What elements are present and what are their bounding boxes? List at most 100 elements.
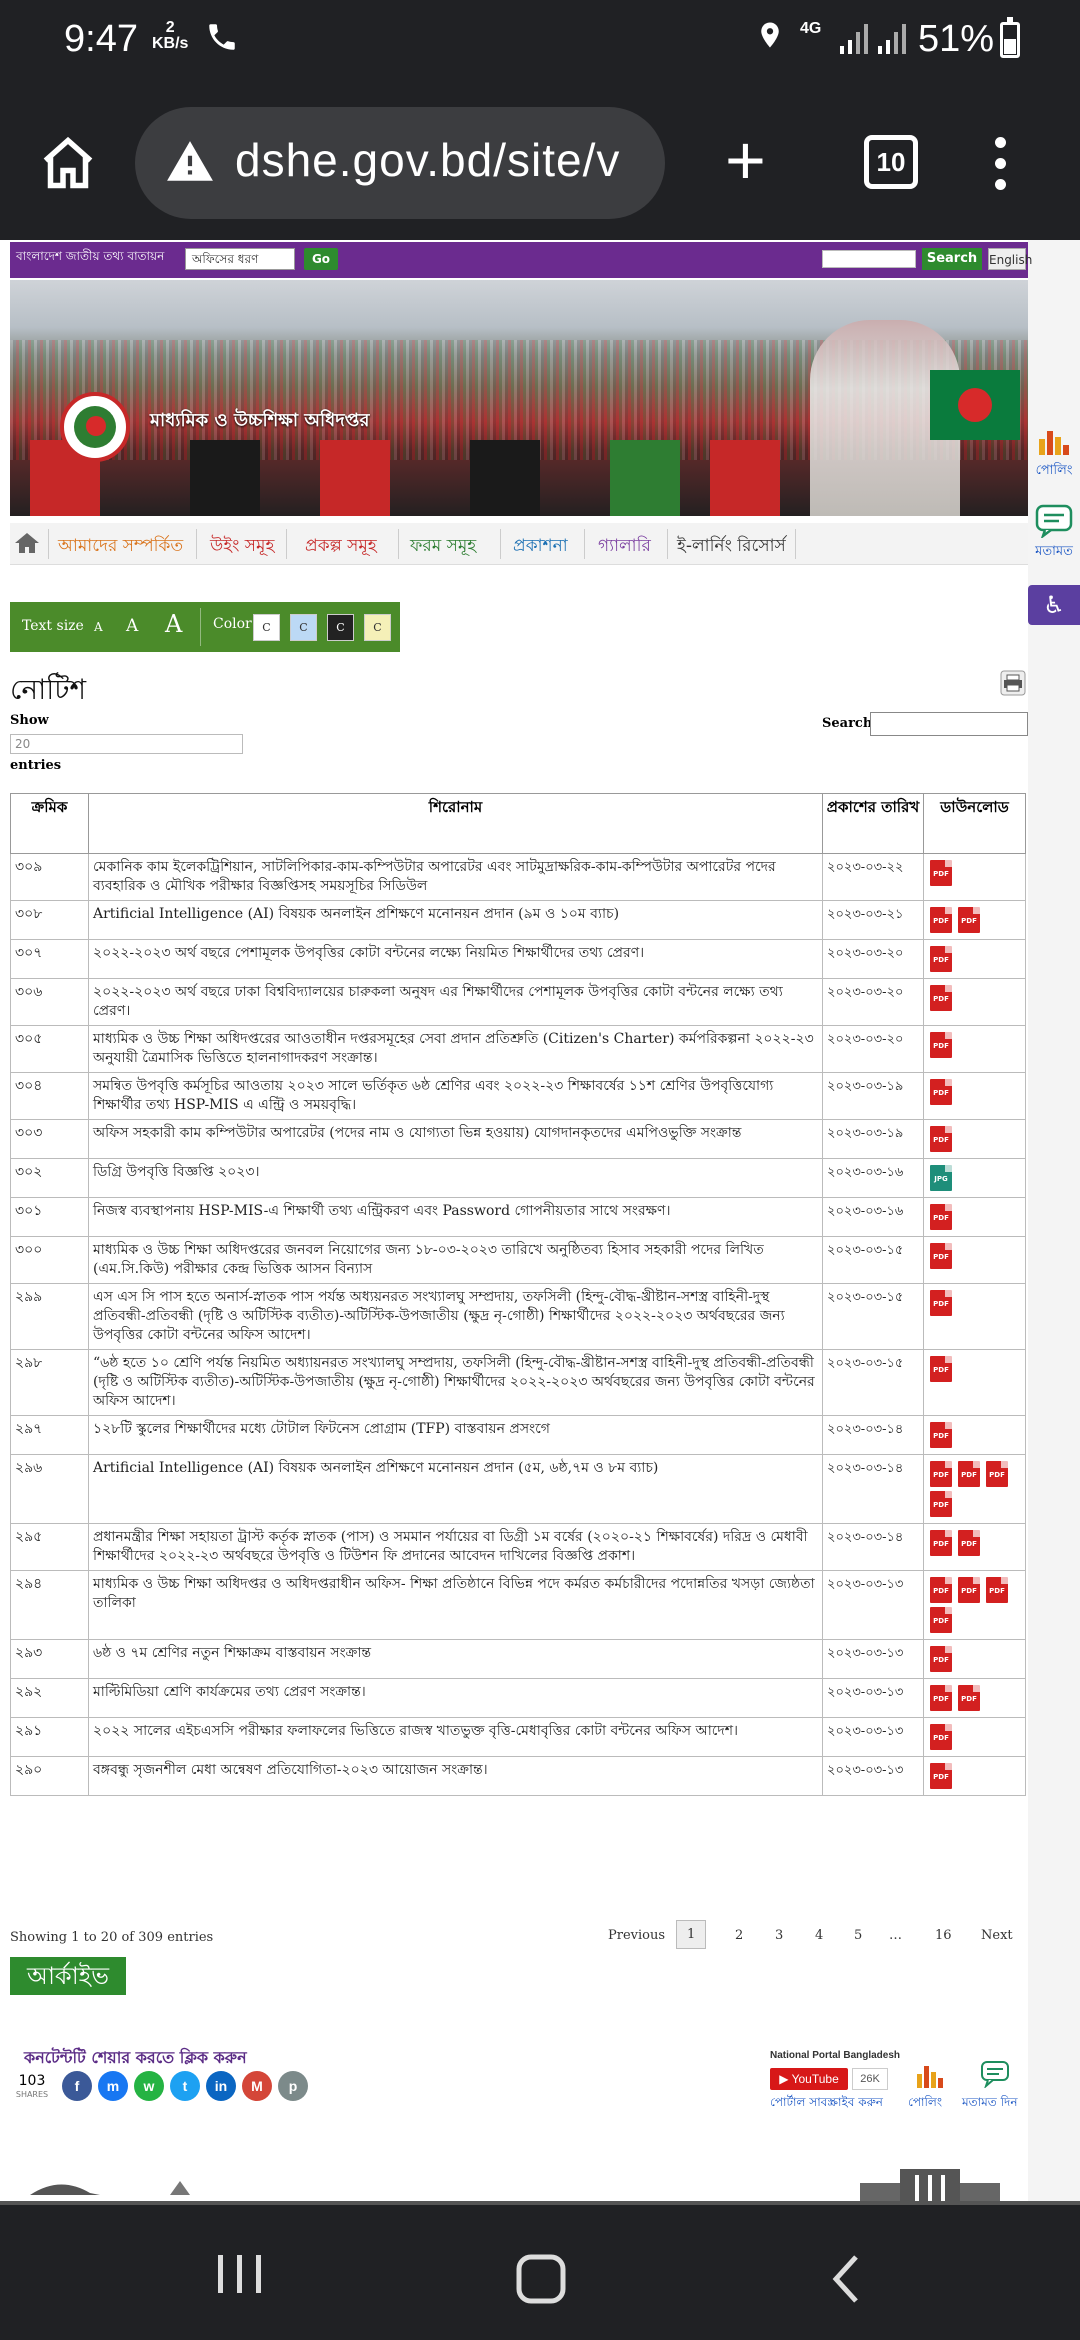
nav-home-icon[interactable]	[14, 531, 40, 555]
address-bar[interactable]: dshe.gov.bd/site/v	[135, 107, 665, 219]
pdf-file-icon[interactable]: PDF	[930, 985, 952, 1011]
pdf-file-icon[interactable]: PDF	[930, 860, 952, 886]
share-print-button[interactable]: p	[278, 2071, 308, 2101]
pagination-page-2[interactable]: 2	[735, 1928, 743, 1943]
row-title[interactable]: Artificial Intelligence (AI) বিষয়ক অনলা…	[88, 1454, 823, 1524]
home-icon[interactable]	[38, 133, 98, 193]
pdf-file-icon[interactable]: PDF	[930, 1243, 952, 1269]
row-title[interactable]: ২০২২-২০২৩ অর্থ বছরে পেশামূলক উপবৃত্তির ক…	[88, 939, 823, 979]
header-title[interactable]: শিরোনাম	[88, 793, 823, 854]
site-search-input[interactable]	[822, 250, 916, 268]
pdf-file-icon[interactable]: PDF	[958, 1461, 980, 1487]
pdf-file-icon[interactable]: PDF	[958, 1577, 980, 1603]
pdf-file-icon[interactable]: PDF	[930, 1724, 952, 1750]
accessibility-icon[interactable]: ♿	[1028, 585, 1080, 625]
row-title[interactable]: Artificial Intelligence (AI) বিষয়ক অনলা…	[88, 900, 823, 940]
text-size-small[interactable]: A	[94, 620, 103, 634]
share-linkedin-button[interactable]: in	[206, 2071, 236, 2101]
row-title[interactable]: বঙ্গবন্ধু সৃজনশীল মেধা অন্বেষণ প্রতিযোগি…	[88, 1756, 823, 1796]
nav-item-publications[interactable]: প্রকাশনা	[513, 533, 568, 561]
pdf-file-icon[interactable]: PDF	[930, 1607, 952, 1633]
go-button[interactable]: Go	[304, 248, 338, 270]
print-icon[interactable]	[1000, 670, 1026, 696]
color-yellow-swatch[interactable]: C	[364, 614, 391, 641]
url-text[interactable]: dshe.gov.bd/site/v	[235, 133, 620, 187]
page-length-select[interactable]: 20	[10, 734, 243, 754]
pdf-file-icon[interactable]: PDF	[958, 907, 980, 933]
pagination-page-5[interactable]: 5	[854, 1928, 862, 1943]
row-title[interactable]: ডিগ্রি উপবৃত্তি বিজ্ঞপ্তি ২০২৩।	[88, 1158, 823, 1198]
recent-apps-icon[interactable]	[215, 2253, 265, 2295]
govt-logo[interactable]	[60, 392, 130, 462]
pdf-file-icon[interactable]: PDF	[930, 1356, 952, 1382]
more-menu-icon[interactable]	[995, 137, 1007, 193]
pagination-page-3[interactable]: 3	[775, 1928, 783, 1943]
row-title[interactable]: ৬ষ্ঠ ও ৭ম শ্রেণির নতুন শিক্ষাক্রম বাস্তব…	[88, 1639, 823, 1679]
pdf-file-icon[interactable]: PDF	[930, 1126, 952, 1152]
footer-feedback-link[interactable]: মতামত দিন	[962, 2094, 1018, 2114]
warning-icon[interactable]	[165, 137, 215, 187]
office-type-select[interactable]: অফিসের ধরণ	[185, 248, 295, 270]
pdf-file-icon[interactable]: PDF	[958, 1685, 980, 1711]
text-size-medium[interactable]: A	[126, 616, 138, 636]
new-tab-button[interactable]: +	[725, 125, 766, 195]
pdf-file-icon[interactable]: PDF	[930, 1422, 952, 1448]
youtube-button[interactable]: ▶ YouTube	[770, 2068, 848, 2090]
side-poll-link[interactable]: পোলিং	[1028, 425, 1080, 482]
header-download[interactable]: ডাউনলোড	[923, 793, 1026, 854]
pagination-previous[interactable]: Previous	[608, 1928, 665, 1943]
row-title[interactable]: মাধ্যমিক ও উচ্চ শিক্ষা অধিদপ্তর ও অধিদপ্…	[88, 1570, 823, 1640]
tab-switcher-button[interactable]: 10	[864, 135, 918, 189]
pagination-page-1[interactable]: 1	[676, 1920, 707, 1949]
share-whatsapp-button[interactable]: w	[134, 2071, 164, 2101]
pdf-file-icon[interactable]: PDF	[930, 1032, 952, 1058]
pagination-next[interactable]: Next	[981, 1928, 1013, 1943]
back-icon[interactable]	[828, 2253, 864, 2305]
pdf-file-icon[interactable]: PDF	[930, 1290, 952, 1316]
row-title[interactable]: নিজস্ব ব্যবস্থাপনায় HSP-MIS-এ শিক্ষার্থ…	[88, 1197, 823, 1237]
site-title[interactable]: মাধ্যমিক ও উচ্চশিক্ষা অধিদপ্তর	[150, 406, 369, 437]
pdf-file-icon[interactable]: PDF	[930, 907, 952, 933]
pdf-file-icon[interactable]: PDF	[986, 1461, 1008, 1487]
pagination-page-16[interactable]: 16	[935, 1928, 952, 1943]
pdf-file-icon[interactable]: PDF	[958, 1530, 980, 1556]
pdf-file-icon[interactable]: PDF	[930, 1491, 952, 1517]
share-gmail-button[interactable]: M	[242, 2071, 272, 2101]
english-button[interactable]: English	[988, 248, 1032, 270]
row-title[interactable]: ২০২২-২০২৩ অর্থ বছরে ঢাকা বিশ্ববিদ্যালয়ে…	[88, 978, 823, 1026]
share-facebook-button[interactable]: f	[62, 2071, 92, 2101]
pdf-file-icon[interactable]: PDF	[930, 1646, 952, 1672]
pdf-file-icon[interactable]: PDF	[930, 1685, 952, 1711]
portal-link[interactable]: বাংলাদেশ জাতীয় তথ্য বাতায়ন	[16, 248, 164, 268]
pdf-file-icon[interactable]: PDF	[930, 1763, 952, 1789]
pdf-file-icon[interactable]: PDF	[930, 946, 952, 972]
row-title[interactable]: মেকানিক কাম ইলেকট্রিশিয়ান, সাটলিপিকার-ক…	[88, 853, 823, 901]
row-title[interactable]: এস এস সি পাস হতে অনার্স-স্নাতক পাস পর্যন…	[88, 1283, 823, 1350]
nav-item-forms[interactable]: ফরম সমূহ	[410, 533, 476, 561]
nav-item-elearning[interactable]: ই-লার্নিং রিসোর্স	[677, 533, 786, 561]
pdf-file-icon[interactable]: PDF	[930, 1079, 952, 1105]
header-sl[interactable]: ক্রমিক	[10, 793, 89, 854]
jpg-file-icon[interactable]: JPG	[930, 1165, 952, 1191]
pdf-file-icon[interactable]: PDF	[986, 1577, 1008, 1603]
pdf-file-icon[interactable]: PDF	[930, 1204, 952, 1230]
pdf-file-icon[interactable]: PDF	[930, 1461, 952, 1487]
nav-item-wings[interactable]: উইং সমূহ	[210, 533, 274, 561]
row-title[interactable]: “৬ষ্ঠ হতে ১০ শ্রেণি পর্যন্ত নিয়মিত অধ্য…	[88, 1349, 823, 1416]
text-size-large[interactable]: A	[165, 610, 182, 638]
nav-item-gallery[interactable]: গ্যালারি	[598, 533, 651, 561]
row-title[interactable]: সমন্বিত উপবৃত্তি কর্মসূচির আওতায় ২০২৩ স…	[88, 1072, 823, 1120]
row-title[interactable]: মাধ্যমিক ও উচ্চ শিক্ষা অধিদপ্তরের জনবল ন…	[88, 1236, 823, 1284]
color-blue-swatch[interactable]: C	[290, 614, 317, 641]
side-feedback-link[interactable]: মতামত	[1028, 504, 1080, 563]
nav-item-about[interactable]: আমাদের সম্পর্কিত	[58, 533, 183, 561]
site-search-button[interactable]: Search	[922, 248, 982, 270]
row-title[interactable]: মাল্টিমিডিয়া শ্রেণি কার্যক্রমের তথ্য প্…	[88, 1678, 823, 1718]
table-search-input[interactable]	[870, 712, 1028, 736]
share-twitter-button[interactable]: t	[170, 2071, 200, 2101]
row-title[interactable]: অফিস সহকারী কাম কম্পিউটার অপারেটর (পদের …	[88, 1119, 823, 1159]
nav-item-projects[interactable]: প্রকল্প সমূহ	[305, 533, 377, 561]
pdf-file-icon[interactable]: PDF	[930, 1530, 952, 1556]
home-nav-icon[interactable]	[515, 2253, 567, 2305]
footer-poll-icon[interactable]	[915, 2060, 945, 2090]
